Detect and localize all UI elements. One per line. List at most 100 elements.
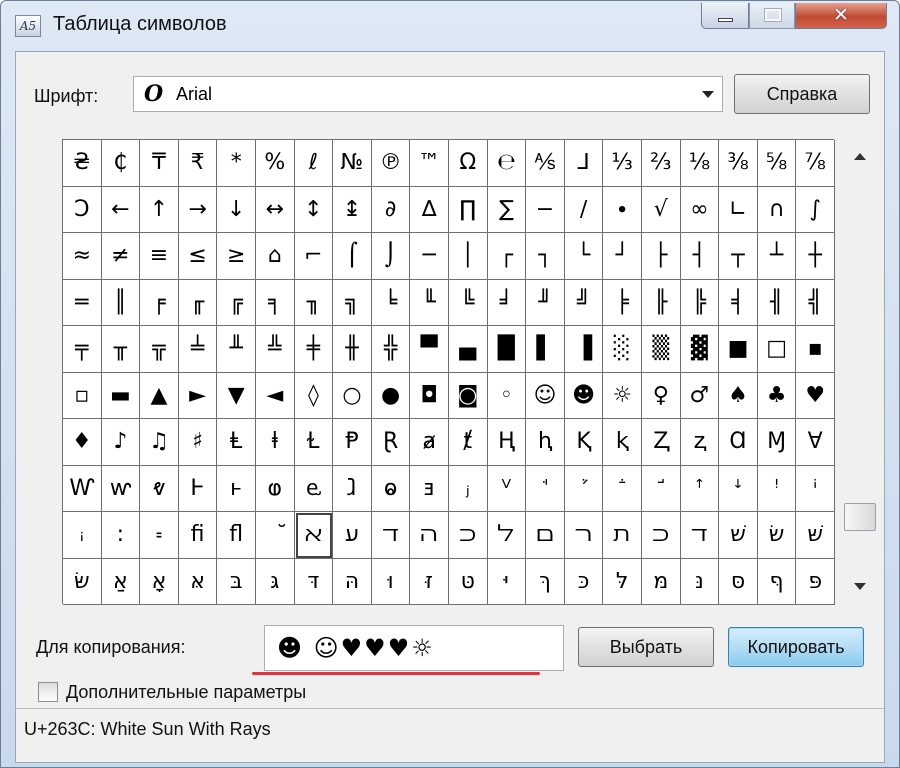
character-cell[interactable]: ⌂ — [256, 233, 295, 280]
character-cell[interactable]: בּ — [217, 558, 256, 605]
character-cell[interactable]: ⅛ — [680, 140, 720, 187]
character-cell[interactable]: ↕ — [294, 186, 334, 233]
character-cell[interactable]: ™ — [410, 140, 449, 187]
character-cell[interactable]: │ — [449, 233, 488, 280]
character-cell[interactable]: ⱡ — [256, 419, 295, 466]
character-cell[interactable]: יּ — [487, 558, 527, 605]
character-cell[interactable]: ♫ — [140, 419, 179, 466]
character-cell[interactable]: ╦ — [140, 326, 179, 373]
character-cell[interactable]: ∞ — [680, 186, 720, 233]
character-cell[interactable]: ♂ — [680, 372, 720, 419]
character-cell[interactable]: ╞ — [603, 279, 642, 326]
character-cell[interactable]: אָ — [140, 558, 179, 605]
character-cell[interactable]: ○ — [333, 372, 372, 419]
character-cell[interactable]: ║ — [101, 279, 141, 326]
scrollbar-thumb[interactable] — [844, 503, 876, 531]
character-cell[interactable]: Ⱡ — [217, 419, 256, 466]
character-cell[interactable]: ∕ — [564, 186, 604, 233]
character-cell[interactable]: └ — [564, 233, 604, 280]
character-cell[interactable]: טּ — [449, 558, 488, 605]
character-cell[interactable]: ♯ — [178, 419, 218, 466]
character-cell[interactable]: ╗ — [333, 279, 372, 326]
character-cell[interactable]: ░ — [603, 326, 642, 373]
character-cell[interactable]: ├ — [642, 233, 681, 280]
character-cell[interactable]: ⱥ — [410, 419, 449, 466]
character-cell[interactable]: ⅝ — [757, 140, 797, 187]
character-cell[interactable]: ꞉ — [101, 512, 141, 559]
character-cell[interactable]: ♠ — [719, 372, 758, 419]
character-cell[interactable]: ﬤ — [449, 512, 488, 559]
character-cell[interactable]: ∏ — [449, 186, 488, 233]
font-dropdown[interactable]: O Arial — [133, 76, 723, 112]
character-cell[interactable]: פּ — [796, 558, 835, 605]
character-cell[interactable]: ╬ — [371, 326, 411, 373]
character-cell[interactable]: ■ — [719, 326, 758, 373]
character-cell[interactable]: ⱨ — [526, 419, 565, 466]
character-cell[interactable]: ╙ — [410, 279, 449, 326]
character-cell[interactable]: Ɐ — [796, 419, 835, 466]
character-cell[interactable]: ∟ — [719, 186, 758, 233]
character-cell[interactable]: ☺ — [526, 372, 565, 419]
character-cell[interactable]: אַ — [101, 558, 141, 605]
character-cell[interactable]: ▒ — [642, 326, 681, 373]
character-cell[interactable]: ≠ — [101, 233, 141, 280]
character-cell[interactable]: שּׂ — [63, 558, 102, 605]
character-cell[interactable]: ◙ — [449, 372, 488, 419]
character-cell[interactable]: ⱼ — [449, 465, 488, 512]
character-cell[interactable]: ┤ — [680, 233, 720, 280]
character-cell[interactable]: ﬁ — [178, 512, 218, 559]
grid-scrollbar[interactable] — [844, 139, 876, 604]
character-cell[interactable]: █ — [487, 326, 527, 373]
character-cell[interactable]: ☼ — [603, 372, 642, 419]
character-cell[interactable]: ╨ — [217, 326, 256, 373]
character-cell[interactable]: ♣ — [757, 372, 797, 419]
character-cell[interactable]: ꜟ — [63, 512, 102, 559]
character-cell[interactable]: ╓ — [178, 279, 218, 326]
character-cell[interactable]: גּ — [256, 558, 295, 605]
character-cell[interactable]: ╔ — [217, 279, 256, 326]
character-cell[interactable]: ♥ — [796, 372, 835, 419]
character-cell[interactable]: ╟ — [642, 279, 681, 326]
character-cell[interactable]: ⱪ — [603, 419, 642, 466]
character-cell[interactable]: ↓ — [217, 186, 256, 233]
character-cell[interactable]: ↔ — [256, 186, 295, 233]
character-cell[interactable]: ╧ — [178, 326, 218, 373]
character-cell[interactable]: ↑ — [140, 186, 179, 233]
character-cell[interactable]: ═ — [63, 279, 102, 326]
character-cell[interactable]: ⅓ — [603, 140, 642, 187]
character-cell[interactable]: ► — [178, 372, 218, 419]
character-cell[interactable]: □ — [757, 326, 797, 373]
character-cell[interactable]: Ⱨ — [487, 419, 527, 466]
character-cell[interactable]: ╥ — [101, 326, 141, 373]
character-cell[interactable]: ﬦ — [526, 512, 565, 559]
character-cell[interactable]: ⱴ — [140, 465, 179, 512]
character-cell[interactable]: מּ — [642, 558, 681, 605]
character-cell[interactable]: ◦ — [487, 372, 527, 419]
character-cell[interactable]: כּ — [564, 558, 604, 605]
character-cell[interactable]: ╤ — [63, 326, 102, 373]
character-cell[interactable]: ∫ — [796, 186, 835, 233]
character-cell[interactable]: √ — [642, 186, 681, 233]
character-cell[interactable]: ⌐ — [294, 233, 334, 280]
character-cell[interactable]: → — [178, 186, 218, 233]
character-cell[interactable]: ꜛ — [680, 465, 720, 512]
character-cell[interactable]: ﬢ — [680, 512, 720, 559]
character-cell[interactable]: ⅍ — [526, 140, 565, 187]
character-cell[interactable]: ⱽ — [487, 465, 527, 512]
character-cell[interactable]: ⱬ — [680, 419, 720, 466]
character-cell[interactable]: ╡ — [719, 279, 758, 326]
character-cell[interactable]: ∂ — [371, 186, 411, 233]
character-cell[interactable]: ┼ — [796, 233, 835, 280]
character-cell[interactable]: ⱸ — [294, 465, 334, 512]
character-cell[interactable]: ☻ — [564, 372, 604, 419]
character-cell[interactable]: ₹ — [178, 140, 218, 187]
character-cell[interactable]: ∙ — [603, 186, 642, 233]
character-cell[interactable]: ≥ — [217, 233, 256, 280]
character-cell[interactable]: ╕ — [256, 279, 295, 326]
character-cell[interactable]: ▐ — [564, 326, 604, 373]
copy-button[interactable]: Копировать — [728, 627, 864, 667]
character-cell[interactable]: ﬥ — [487, 512, 527, 559]
help-button[interactable]: Справка — [734, 74, 870, 114]
character-cell[interactable]: − — [526, 186, 565, 233]
character-cell[interactable]: ▼ — [217, 372, 256, 419]
